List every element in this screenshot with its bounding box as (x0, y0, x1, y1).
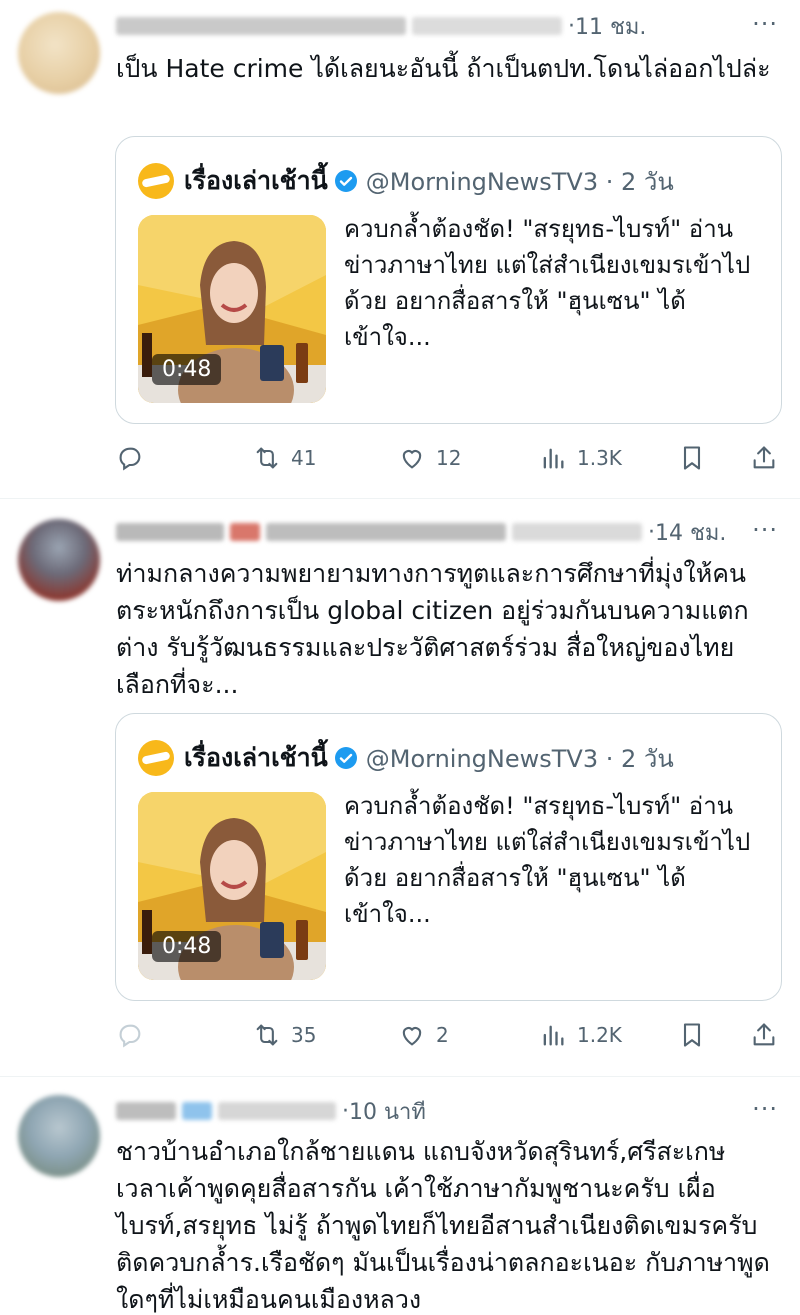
like-icon (402, 1027, 422, 1046)
like-icon (402, 450, 422, 469)
blurred-author-name[interactable] (116, 1102, 176, 1120)
tweet-2[interactable]: · 14 ชม. ··· ท่ามกลางความพยายามทางการทูต… (0, 499, 800, 1076)
avatar[interactable] (18, 519, 100, 601)
retweet-count: 35 (291, 1023, 317, 1047)
bookmark-button[interactable] (678, 1015, 706, 1055)
share-icon (753, 1023, 775, 1046)
more-icon[interactable]: ··· (752, 516, 778, 544)
views-count: 1.2K (577, 1023, 622, 1047)
quoted-tweet[interactable]: เรื่องเล่าเช้านี้ @MorningNewsTV3 · 2 วั… (115, 713, 782, 1001)
tweet-meta: · 10 นาที (116, 1091, 426, 1131)
quoted-account-logo[interactable] (138, 163, 174, 199)
tweet-meta: · 11 ชม. (116, 6, 646, 46)
more-icon[interactable]: ··· (752, 10, 778, 38)
quoted-tweet-text: ควบกล้ำต้องชัด! "สรยุทธ-ไบรท์" อ่านข่าวภ… (344, 792, 751, 928)
quoted-account-handle[interactable]: @MorningNewsTV3 · 2 วัน (366, 162, 674, 201)
avatar[interactable] (18, 1095, 100, 1177)
quoted-tweet-text: ควบกล้ำต้องชัด! "สรยุทธ-ไบรท์" อ่านข่าวภ… (344, 215, 751, 351)
retweet-icon (256, 1024, 278, 1046)
bookmark-button[interactable] (678, 438, 706, 478)
more-icon[interactable]: ··· (752, 1095, 778, 1123)
video-thumbnail[interactable]: 0:48 (138, 792, 326, 980)
views-button[interactable]: 1.2K (539, 1015, 622, 1055)
views-button[interactable]: 1.3K (539, 438, 622, 478)
quoted-tweet[interactable]: เรื่องเล่าเช้านี้ @MorningNewsTV3 · 2 วั… (115, 136, 782, 424)
bookmark-icon (683, 1023, 701, 1047)
reply-button[interactable] (116, 438, 144, 478)
retweet-icon (256, 447, 278, 469)
tweet-time-prefix: · (648, 519, 655, 545)
retweet-button[interactable]: 35 (253, 1015, 316, 1055)
verified-icon (334, 747, 357, 769)
blurred-author-emoji[interactable] (182, 1102, 212, 1120)
reply-icon (119, 447, 141, 471)
quoted-tweet-header: เรื่องเล่าเช้านี้ @MorningNewsTV3 · 2 วั… (138, 740, 674, 776)
blurred-author-emoji[interactable] (230, 523, 260, 541)
tweet-text: เป็น Hate crime ได้เลยนะอันนี้ ถ้าเป็นตป… (116, 54, 771, 83)
video-duration: 0:48 (152, 354, 222, 385)
tweet-text: ชาวบ้านอำเภอใกล้ชายแดน แถบจังหวัดสุรินทร… (116, 1137, 770, 1314)
tweet-meta: · 14 ชม. (116, 512, 726, 552)
like-count: 2 (436, 1023, 449, 1047)
quoted-account-name[interactable]: เรื่องเล่าเช้านี้ (184, 161, 328, 201)
avatar[interactable] (18, 12, 100, 94)
quoted-account-logo[interactable] (138, 740, 174, 776)
bookmark-icon (683, 446, 701, 470)
tweet-time-prefix: · (568, 13, 575, 39)
tweet-1[interactable]: · 11 ชม. ··· เป็น Hate crime ได้เลยนะอัน… (0, 0, 800, 498)
retweet-button[interactable]: 41 (253, 438, 316, 478)
tweet-actions: 35 2 1.2K (116, 1015, 780, 1055)
blurred-author-name[interactable] (116, 523, 224, 541)
retweet-count: 41 (291, 446, 317, 470)
blurred-author-name-2[interactable] (266, 523, 506, 541)
tweet-actions: 41 12 1.3K (116, 438, 780, 478)
video-duration: 0:48 (152, 931, 222, 962)
reply-icon (119, 1024, 141, 1048)
views-icon (543, 448, 564, 469)
quoted-account-handle[interactable]: @MorningNewsTV3 · 2 วัน (366, 739, 674, 778)
tweet-time-prefix: · (342, 1098, 349, 1124)
blurred-author-handle[interactable] (412, 17, 562, 35)
blurred-author-name[interactable] (116, 17, 406, 35)
share-icon (753, 446, 775, 469)
tweet-3[interactable]: · 10 นาที ··· ชาวบ้านอำเภอใกล้ชายแดน แถบ… (0, 1077, 800, 1315)
quoted-account-name[interactable]: เรื่องเล่าเช้านี้ (184, 738, 328, 778)
blurred-author-handle[interactable] (218, 1102, 336, 1120)
views-count: 1.3K (577, 446, 622, 470)
share-button[interactable] (750, 1015, 778, 1055)
tweet-time[interactable]: 11 ชม. (575, 9, 646, 44)
blurred-author-handle[interactable] (512, 523, 642, 541)
quoted-tweet-header: เรื่องเล่าเช้านี้ @MorningNewsTV3 · 2 วั… (138, 163, 674, 199)
video-thumbnail[interactable]: 0:48 (138, 215, 326, 403)
like-count: 12 (436, 446, 462, 470)
like-button[interactable]: 12 (398, 438, 461, 478)
tweet-time[interactable]: 14 ชม. (655, 515, 726, 550)
verified-icon (334, 170, 357, 192)
tweet-time[interactable]: 10 นาที (349, 1094, 426, 1129)
like-button[interactable]: 2 (398, 1015, 449, 1055)
views-icon (543, 1025, 564, 1046)
share-button[interactable] (750, 438, 778, 478)
reply-button[interactable] (116, 1015, 144, 1055)
tweet-text: ท่ามกลางความพยายามทางการทูตและการศึกษาที… (116, 559, 749, 699)
